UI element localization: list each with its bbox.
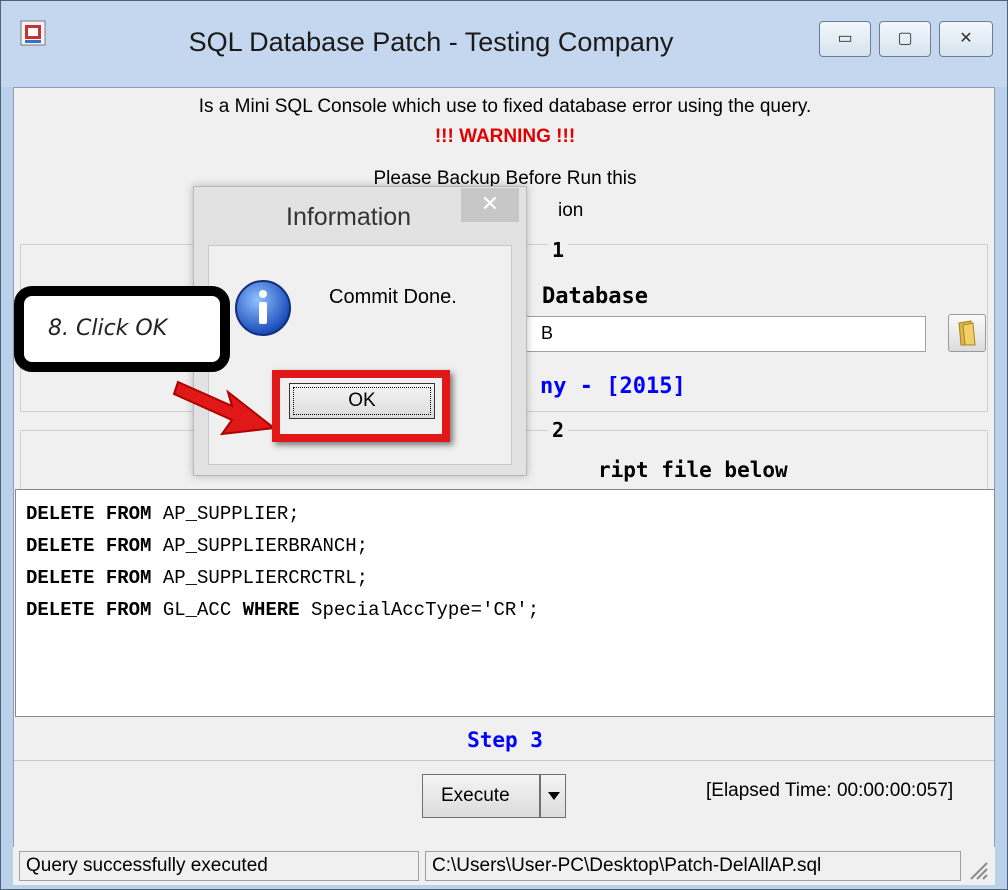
close-button[interactable]: ✕	[939, 21, 993, 57]
close-icon: ✕	[959, 30, 973, 47]
divider	[14, 760, 994, 761]
red-arrow-icon	[172, 380, 277, 436]
maximize-button[interactable]: ▢	[879, 21, 931, 57]
dialog-close-button[interactable]: ✕	[461, 188, 519, 222]
minimize-button[interactable]: ▭	[819, 21, 871, 57]
browse-folder-button[interactable]	[948, 314, 986, 352]
dialog-message: Commit Done.	[329, 286, 457, 308]
database-label: Database	[542, 284, 648, 309]
backup-note-line2: ion	[558, 200, 584, 221]
title-bar: SQL Database Patch - Testing Company ▭ ▢…	[1, 1, 1007, 87]
status-message: Query successfully executed	[19, 851, 419, 881]
execute-dropdown-button[interactable]	[540, 774, 566, 818]
status-bar: Query successfully executed C:\Users\Use…	[13, 847, 995, 885]
script-editor[interactable]: DELETE FROM AP_SUPPLIER; DELETE FROM AP_…	[15, 489, 995, 717]
window-title: SQL Database Patch - Testing Company	[188, 27, 674, 57]
folder-icon	[958, 320, 976, 346]
execute-button[interactable]: Execute	[422, 774, 540, 818]
drag-drop-instruction: ript file below	[598, 458, 788, 482]
execute-label: Execute	[441, 785, 510, 806]
step1-label: 1	[548, 238, 569, 262]
script-line: DELETE FROM AP_SUPPLIER;	[26, 503, 300, 525]
dialog-title: Information	[286, 203, 412, 231]
close-icon: ✕	[480, 191, 500, 216]
chevron-down-icon	[548, 792, 560, 800]
info-icon	[235, 280, 291, 336]
step3-label: Step 3	[467, 728, 543, 752]
elapsed-time: [Elapsed Time: 00:00:00:057]	[706, 780, 954, 801]
status-file-path: C:\Users\User-PC\Desktop\Patch-DelAllAP.…	[425, 851, 961, 881]
annotation-callout: 8. Click OK	[14, 286, 230, 372]
company-year-text: ny - [2015]	[540, 374, 686, 399]
callout-text: 8. Click OK	[48, 316, 168, 341]
maximize-icon: ▢	[897, 30, 913, 47]
warning-text: !!! WARNING !!!	[434, 126, 576, 147]
description-text: Is a Mini SQL Console which use to fixed…	[198, 96, 812, 117]
database-input[interactable]: B	[514, 316, 926, 352]
minimize-icon: ▭	[837, 30, 853, 47]
resize-grip-icon[interactable]	[967, 859, 989, 881]
script-line: DELETE FROM AP_SUPPLIERBRANCH;	[26, 535, 369, 557]
script-line: DELETE FROM AP_SUPPLIERCRCTRL;	[26, 567, 369, 589]
ok-highlight-box	[272, 370, 450, 442]
step2-label: 2	[548, 418, 569, 442]
script-line: DELETE FROM GL_ACC WHERE SpecialAccType=…	[26, 599, 540, 621]
database-value: B	[541, 323, 554, 343]
